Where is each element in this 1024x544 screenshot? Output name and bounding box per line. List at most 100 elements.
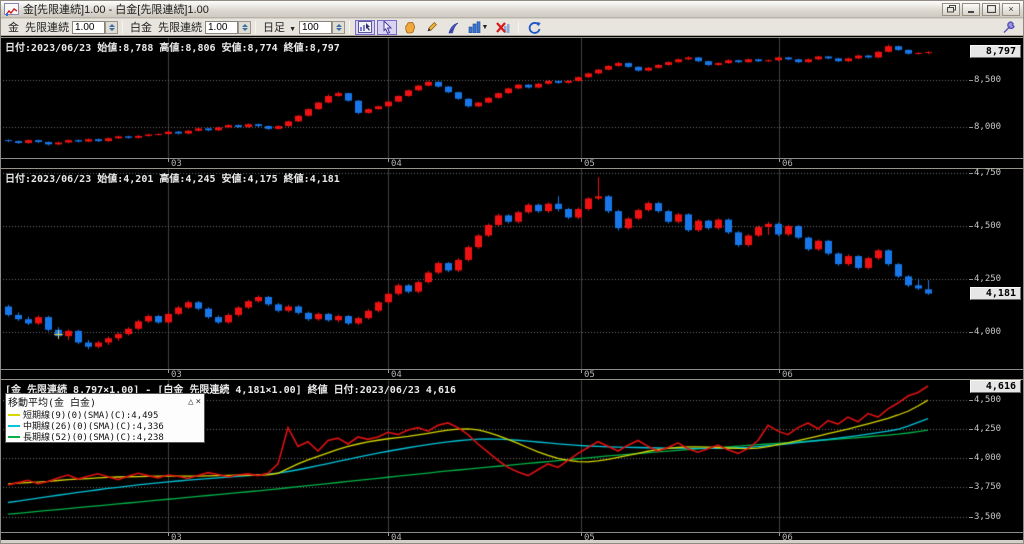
y-axis-tick	[969, 487, 973, 488]
panel-gold: 日付:2023/06/23 始値:8,788 高値:8,806 安値:8,774…	[1, 37, 1023, 168]
symbol1-series-label: 先限連続	[25, 19, 69, 35]
panel-spread: [金 先限連続 8,797×1.00] - [白金 先限連続 4,181×1.0…	[1, 379, 1023, 542]
spread-value-axis[interactable]: 4,5004,2504,0003,7503,5004,616	[969, 380, 1023, 532]
y-axis-label: 3,500	[974, 512, 1001, 522]
platinum-plot: 日付:2023/06/23 始値:4,201 高値:4,245 安値:4,175…	[3, 169, 969, 369]
y-axis-label: 4,250	[974, 424, 1001, 434]
toolbar-separator	[518, 21, 519, 34]
ma-legend: 移動平均(金 白金) △ × 短期線(9)(0)(SMA)(C):4,495 中…	[5, 393, 205, 443]
pencil-icon	[425, 21, 438, 34]
spin-up-icon	[242, 24, 248, 27]
gold-ohlc-header: 日付:2023/06/23 始値:8,788 高値:8,806 安値:8,774…	[5, 39, 340, 54]
gold-chart-canvas[interactable]	[3, 38, 969, 158]
platinum-ohlc-header: 日付:2023/06/23 始値:4,201 高値:4,245 安値:4,175…	[5, 170, 340, 185]
settings-button[interactable]	[998, 20, 1018, 35]
y-axis-label: 8,500	[974, 75, 1001, 85]
gold-price-axis[interactable]: 8,5008,0008,797	[969, 38, 1023, 158]
x-axis-tick	[168, 533, 169, 536]
delete-x-icon	[496, 21, 510, 34]
legend-title-row: 移動平均(金 白金) △ ×	[6, 394, 204, 409]
spin-down-icon	[336, 28, 342, 31]
x-axis-tick	[388, 159, 389, 162]
x-axis-tick	[388, 533, 389, 536]
hand-icon	[403, 21, 416, 34]
x-axis-tick	[388, 370, 389, 373]
symbol2-multiplier-input[interactable]	[205, 21, 238, 34]
chevron-down-icon: ▼	[289, 26, 296, 33]
platinum-price-axis[interactable]: 4,7504,5004,2504,0004,181	[969, 169, 1023, 369]
y-axis-tick	[969, 127, 973, 128]
y-axis-tick	[969, 80, 973, 81]
legend-title: 移動平均(金 白金)	[8, 394, 187, 409]
chart-type-button[interactable]: ▼	[465, 20, 491, 35]
y-axis-label: 4,000	[974, 327, 1001, 337]
toolbar-separator	[349, 21, 350, 34]
crosshair-chart-icon	[358, 21, 372, 33]
platinum-time-axis[interactable]: 03040506	[1, 369, 1023, 379]
spin-down-icon	[242, 28, 248, 31]
spread-plot: [金 先限連続 8,797×1.00] - [白金 先限連続 4,181×1.0…	[3, 380, 969, 532]
legend-label: 長期線(52)(0)(SMA)(C):4,238	[23, 430, 164, 443]
y-axis-tick	[969, 400, 973, 401]
chart-window: 金[先限連続]1.00 - 白金[先限連続]1.00 × 金 先限連続 白金 先…	[0, 0, 1024, 544]
period-dropdown[interactable]: 日足 ▼	[263, 19, 296, 35]
long-ma-swatch	[8, 436, 20, 438]
y-axis-tick	[969, 332, 973, 333]
y-axis-tick	[969, 279, 973, 280]
symbol1-multiplier-input[interactable]	[72, 21, 105, 34]
legend-close-button[interactable]: ×	[195, 397, 202, 407]
x-axis-tick	[581, 370, 582, 373]
bar-chart-icon	[468, 21, 481, 33]
maximize-button[interactable]	[982, 3, 1000, 16]
y-axis-tick	[969, 517, 973, 518]
gold-plot: 日付:2023/06/23 始値:8,788 高値:8,806 安値:8,774…	[3, 38, 969, 158]
symbol1-label: 金	[8, 19, 19, 35]
x-axis-tick	[168, 370, 169, 373]
refresh-button[interactable]	[524, 20, 544, 35]
y-axis-label: 4,250	[974, 274, 1001, 284]
x-axis-tick	[581, 159, 582, 162]
x-axis-tick	[779, 159, 780, 162]
pointer-tool-button[interactable]	[377, 20, 397, 35]
toolbar-separator	[255, 21, 256, 34]
wrench-icon	[1002, 21, 1015, 34]
symbol1-spinner[interactable]	[105, 21, 118, 34]
y-axis-label: 4,500	[974, 221, 1001, 231]
quill-tool-button[interactable]	[443, 20, 463, 35]
chevron-down-icon: ▼	[482, 24, 489, 31]
symbol2-series-label: 先限連続	[158, 19, 202, 35]
toolbar-separator	[122, 21, 123, 34]
x-axis-tick	[581, 533, 582, 536]
hand-tool-button[interactable]	[399, 20, 419, 35]
window-title: 金[先限連続]1.00 - 白金[先限連続]1.00	[23, 1, 942, 17]
short-ma-swatch	[8, 414, 20, 416]
crosshair-tool-button[interactable]	[355, 20, 375, 35]
platinum-chart-canvas[interactable]	[3, 169, 969, 369]
mid-ma-swatch	[8, 425, 20, 427]
y-axis-label: 4,750	[974, 168, 1001, 178]
app-icon	[4, 3, 19, 15]
float-window-button[interactable]	[942, 3, 960, 16]
delete-chart-button[interactable]	[493, 20, 513, 35]
panel-platinum: 日付:2023/06/23 始値:4,201 高値:4,245 安値:4,175…	[1, 168, 1023, 379]
minimize-button[interactable]	[962, 3, 980, 16]
close-button[interactable]: ×	[1002, 3, 1020, 16]
period-spinner[interactable]	[332, 21, 345, 34]
x-axis-tick	[168, 159, 169, 162]
y-axis-label: 8,000	[974, 122, 1001, 132]
pencil-tool-button[interactable]	[421, 20, 441, 35]
y-axis-label: 4,000	[974, 453, 1001, 463]
y-axis-tick	[969, 429, 973, 430]
gold-time-axis[interactable]: 03040506	[1, 158, 1023, 168]
y-axis-tick	[969, 173, 973, 174]
symbol2-spinner[interactable]	[238, 21, 251, 34]
period-count-input[interactable]	[299, 21, 332, 34]
y-axis-label: 3,750	[974, 482, 1001, 492]
spin-down-icon	[109, 28, 115, 31]
y-axis-tick	[969, 226, 973, 227]
x-axis-tick	[779, 370, 780, 373]
toolbar: 金 先限連続 白金 先限連続 日足 ▼ ▼	[1, 19, 1023, 36]
spin-up-icon	[336, 24, 342, 27]
legend-collapse-button[interactable]: △	[187, 397, 194, 407]
window-titlebar: 金[先限連続]1.00 - 白金[先限連続]1.00 ×	[1, 1, 1023, 18]
